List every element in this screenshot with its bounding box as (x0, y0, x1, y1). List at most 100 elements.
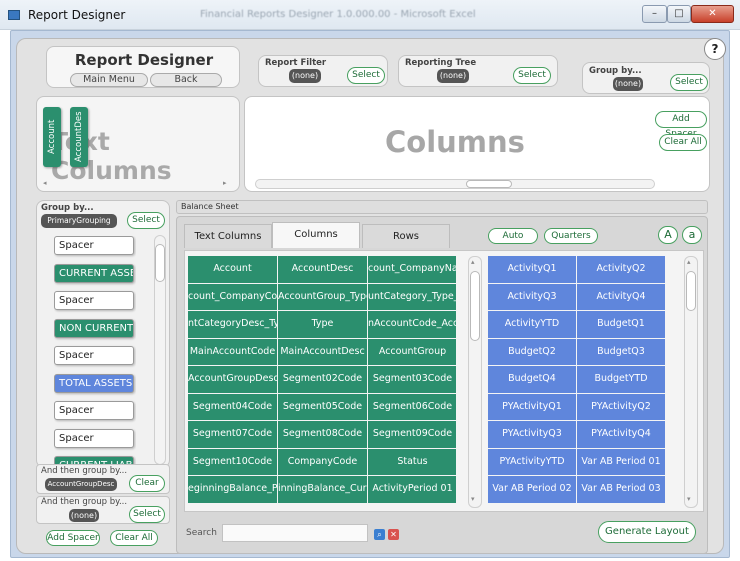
green-field-cell[interactable]: MainAccountDesc (278, 338, 367, 365)
blue-field-cell[interactable]: BudgetYTD (577, 366, 665, 393)
blue-field-cell[interactable]: ActivityQ3 (488, 283, 576, 310)
group-list-item[interactable]: NON CURRENT (54, 318, 134, 338)
blue-field-cell[interactable]: PYActivityQ2 (577, 393, 665, 420)
green-field-cell[interactable]: count_CompanyCo (188, 283, 277, 310)
blue-field-cell[interactable]: BudgetQ2 (488, 338, 576, 365)
green-field-cell[interactable]: AccountGroup_Type (278, 283, 367, 310)
tab-text-columns[interactable]: Text Columns (184, 224, 272, 248)
green-field-cell[interactable]: AccountGroup (368, 338, 456, 365)
then-group-by-select-button[interactable]: Select (129, 506, 165, 523)
font-decrease-button[interactable]: a (682, 226, 702, 244)
blue-field-cell[interactable]: PYActivityQ4 (577, 421, 665, 448)
blue-field-cell[interactable]: BudgetQ3 (577, 338, 665, 365)
auto-button[interactable]: Auto (488, 228, 538, 244)
blue-scroll-down-icon[interactable]: ▾ (687, 495, 691, 503)
blue-field-cell[interactable]: PYActivityYTD (488, 448, 576, 475)
green-field-cell[interactable]: Segment02Code (278, 366, 367, 393)
font-increase-button[interactable]: A (658, 226, 678, 244)
clear-search-icon[interactable]: ✕ (388, 529, 399, 540)
green-field-cell[interactable]: Segment05Code (278, 393, 367, 420)
green-field-cell[interactable]: AccountGroupDesc (188, 366, 277, 393)
group-list-scrollbar[interactable] (154, 235, 166, 465)
close-button[interactable]: ✕ (691, 5, 734, 23)
group-by-select-button[interactable]: Select (127, 212, 165, 229)
blue-field-cell[interactable]: ActivityQ2 (577, 256, 665, 283)
blue-scroll-up-icon[interactable]: ▴ (687, 258, 691, 266)
help-button[interactable]: ? (704, 38, 726, 60)
blue-field-cell[interactable]: ActivityQ1 (488, 256, 576, 283)
maximize-button[interactable]: □ (667, 5, 691, 23)
blue-field-cell[interactable]: Var AB Period 01 (577, 448, 665, 475)
green-field-cell[interactable]: Segment08Code (278, 421, 367, 448)
group-list-scroll-thumb[interactable] (155, 244, 165, 282)
green-field-cell[interactable]: Segment09Code (368, 421, 456, 448)
green-field-cell[interactable]: Segment03Code (368, 366, 456, 393)
columns-horizontal-scrollbar[interactable] (255, 179, 655, 189)
scroll-left-icon[interactable]: ◂ (43, 179, 47, 187)
green-field-cell[interactable]: Type (278, 311, 367, 338)
green-field-cell[interactable]: CompanyCode (278, 448, 367, 475)
group-list-item[interactable]: CURRENT LIABI (54, 456, 134, 464)
group-list-spacer[interactable]: Spacer (54, 236, 134, 255)
green-field-cell[interactable]: eginningBalance_Pri (188, 476, 277, 503)
then-group-by-clear-button[interactable]: Clear (129, 475, 165, 492)
columns-drop-area[interactable]: Columns Add Spacer Clear All (244, 96, 710, 192)
columns-clear-all-button[interactable]: Clear All (659, 134, 707, 151)
text-column-chip-account[interactable]: Account (43, 107, 61, 167)
left-clear-all-button[interactable]: Clear All (110, 530, 158, 546)
group-list-spacer[interactable]: Spacer (54, 401, 134, 420)
search-icon[interactable]: ⌕ (374, 529, 385, 540)
scroll-down-icon[interactable]: ▾ (471, 495, 475, 503)
green-field-cell[interactable]: Status (368, 448, 456, 475)
blue-field-cell[interactable]: Var AB Period 02 (488, 476, 576, 503)
green-field-cell[interactable]: Account (188, 256, 277, 283)
green-field-cell[interactable]: Segment06Code (368, 393, 456, 420)
search-input[interactable] (222, 524, 368, 542)
report-filter-select-button[interactable]: Select (347, 67, 385, 84)
reporting-tree-select-button[interactable]: Select (513, 67, 551, 84)
report-filter-label: Report Filter (265, 58, 327, 68)
green-field-cell[interactable]: Segment04Code (188, 393, 277, 420)
text-columns-drop-area[interactable]: Text Columns Account AccountDes ◂ ▸ (36, 96, 240, 192)
blue-grid-scrollbar[interactable]: ▴ ▾ (684, 256, 698, 508)
blue-field-cell[interactable]: BudgetQ4 (488, 366, 576, 393)
scroll-right-icon[interactable]: ▸ (223, 179, 227, 187)
green-field-cell[interactable]: inningBalance_Curr (278, 476, 367, 503)
blue-field-cell[interactable]: PYActivityQ1 (488, 393, 576, 420)
tab-rows[interactable]: Rows (362, 224, 450, 248)
back-button[interactable]: Back (150, 73, 222, 87)
green-field-cell[interactable]: nAccountCode_Acc (368, 311, 456, 338)
main-menu-button[interactable]: Main Menu (70, 73, 148, 87)
blue-field-cell[interactable]: ActivityYTD (488, 311, 576, 338)
blue-field-cell[interactable]: ActivityQ4 (577, 283, 665, 310)
group-by-top-select-button[interactable]: Select (670, 74, 708, 91)
blue-field-cell[interactable]: PYActivityQ3 (488, 421, 576, 448)
green-field-cell[interactable]: MainAccountCode (188, 338, 277, 365)
minimize-button[interactable]: – (642, 5, 667, 23)
blue-field-cell[interactable]: Var AB Period 03 (577, 476, 665, 503)
tab-columns[interactable]: Columns (272, 222, 360, 248)
group-list-spacer[interactable]: Spacer (54, 291, 134, 310)
green-field-cell[interactable]: Segment10Code (188, 448, 277, 475)
green-grid-scrollbar[interactable]: ▴ ▾ (468, 256, 482, 508)
left-add-spacer-button[interactable]: Add Spacer (46, 530, 100, 546)
green-field-cell[interactable]: ntCategoryDesc_Typ (188, 311, 277, 338)
group-list-spacer[interactable]: Spacer (54, 346, 134, 365)
group-list-spacer[interactable]: Spacer (54, 428, 134, 448)
green-field-cell[interactable]: count_CompanyNa (368, 256, 456, 283)
green-field-cell[interactable]: AccountDesc (278, 256, 367, 283)
scroll-up-icon[interactable]: ▴ (471, 258, 475, 266)
quarters-button[interactable]: Quarters (544, 228, 598, 244)
group-list-item[interactable]: TOTAL ASSETS (54, 373, 134, 393)
group-list-item[interactable]: CURRENT ASSETS (54, 263, 134, 283)
text-column-chip-accountdesc[interactable]: AccountDes (70, 107, 88, 167)
blue-grid-scroll-thumb[interactable] (686, 271, 696, 311)
columns-add-spacer-button[interactable]: Add Spacer (655, 111, 707, 139)
blue-field-cell[interactable]: BudgetQ1 (577, 311, 665, 338)
green-field-cell[interactable]: Segment07Code (188, 421, 277, 448)
generate-layout-button[interactable]: Generate Layout (598, 521, 696, 543)
columns-scroll-thumb[interactable] (466, 180, 512, 188)
green-field-cell[interactable]: ActivityPeriod 01 (368, 476, 456, 503)
green-field-cell[interactable]: untCategory_Type_ (368, 283, 456, 310)
green-grid-scroll-thumb[interactable] (470, 271, 480, 341)
